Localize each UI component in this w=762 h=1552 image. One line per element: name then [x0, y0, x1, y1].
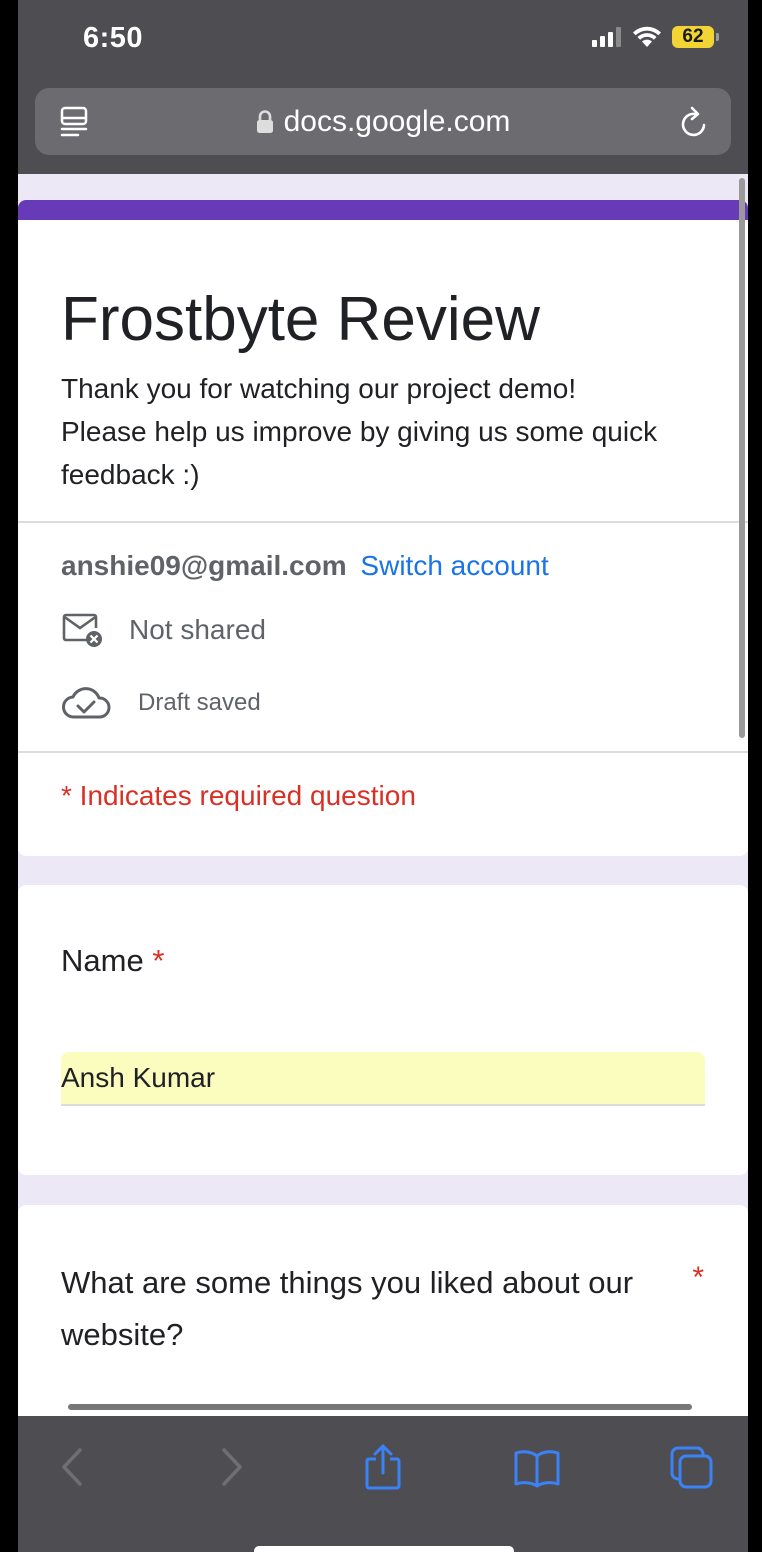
not-shared-text: Not shared	[129, 614, 266, 645]
vertical-scrollbar[interactable]	[739, 178, 745, 738]
cloud-done-icon	[62, 687, 111, 719]
url-display[interactable]: docs.google.com	[35, 88, 731, 155]
email-not-shared-icon	[62, 613, 102, 647]
question-title: Name	[61, 943, 144, 978]
question-title: What are some things you liked about our…	[61, 1265, 634, 1352]
header-divider	[18, 521, 748, 523]
name-input[interactable]	[61, 1052, 705, 1106]
required-note: * Indicates required question	[61, 780, 416, 811]
address-bar[interactable]: docs.google.com	[35, 88, 731, 155]
form-header-card: Frostbyte Review Thank you for watching …	[18, 200, 748, 856]
share-icon[interactable]	[363, 1442, 403, 1492]
form-accent-bar	[18, 200, 748, 220]
browser-frame: 6:50 62 docs.google.com Frostbyte Review…	[18, 0, 748, 1552]
form-title: Frostbyte Review	[61, 285, 540, 354]
status-icons: 62	[592, 26, 719, 48]
account-row: anshie09@gmail.com Switch account	[61, 550, 549, 582]
tabs-icon[interactable]	[668, 1442, 716, 1492]
required-asterisk: *	[152, 943, 165, 978]
forward-icon[interactable]	[216, 1442, 246, 1492]
browser-toolbar	[18, 1416, 748, 1552]
signal-icon	[592, 27, 621, 47]
question-label: Name *	[61, 943, 164, 979]
bookmarks-icon[interactable]	[512, 1442, 562, 1492]
account-email: anshie09@gmail.com	[61, 550, 347, 581]
switch-account-link[interactable]: Switch account	[360, 550, 548, 581]
battery-nub	[716, 33, 719, 41]
url-text: docs.google.com	[283, 104, 511, 138]
status-bar: 6:50 62	[18, 0, 748, 80]
question-card-name: Name *	[18, 885, 748, 1175]
horizontal-scrollbar[interactable]	[68, 1404, 692, 1410]
required-asterisk: *	[692, 1261, 704, 1294]
draft-saved-text: Draft saved	[138, 689, 261, 716]
question-card-liked: What are some things you liked about our…	[18, 1205, 748, 1416]
home-indicator	[254, 1546, 514, 1552]
back-icon[interactable]	[58, 1442, 88, 1492]
reload-icon[interactable]	[679, 105, 711, 139]
draft-saved-row: Draft saved	[61, 684, 261, 722]
reader-icon[interactable]	[59, 106, 89, 138]
battery-icon: 62	[672, 26, 719, 48]
wifi-icon	[633, 26, 661, 47]
not-shared-row: Not shared	[61, 612, 266, 648]
account-divider	[18, 751, 748, 753]
form-description: Thank you for watching our project demo!…	[61, 373, 658, 490]
lock-icon	[256, 109, 273, 133]
battery-level: 62	[682, 26, 704, 47]
status-time: 6:50	[83, 22, 144, 54]
form-page[interactable]: Frostbyte Review Thank you for watching …	[18, 174, 748, 1416]
